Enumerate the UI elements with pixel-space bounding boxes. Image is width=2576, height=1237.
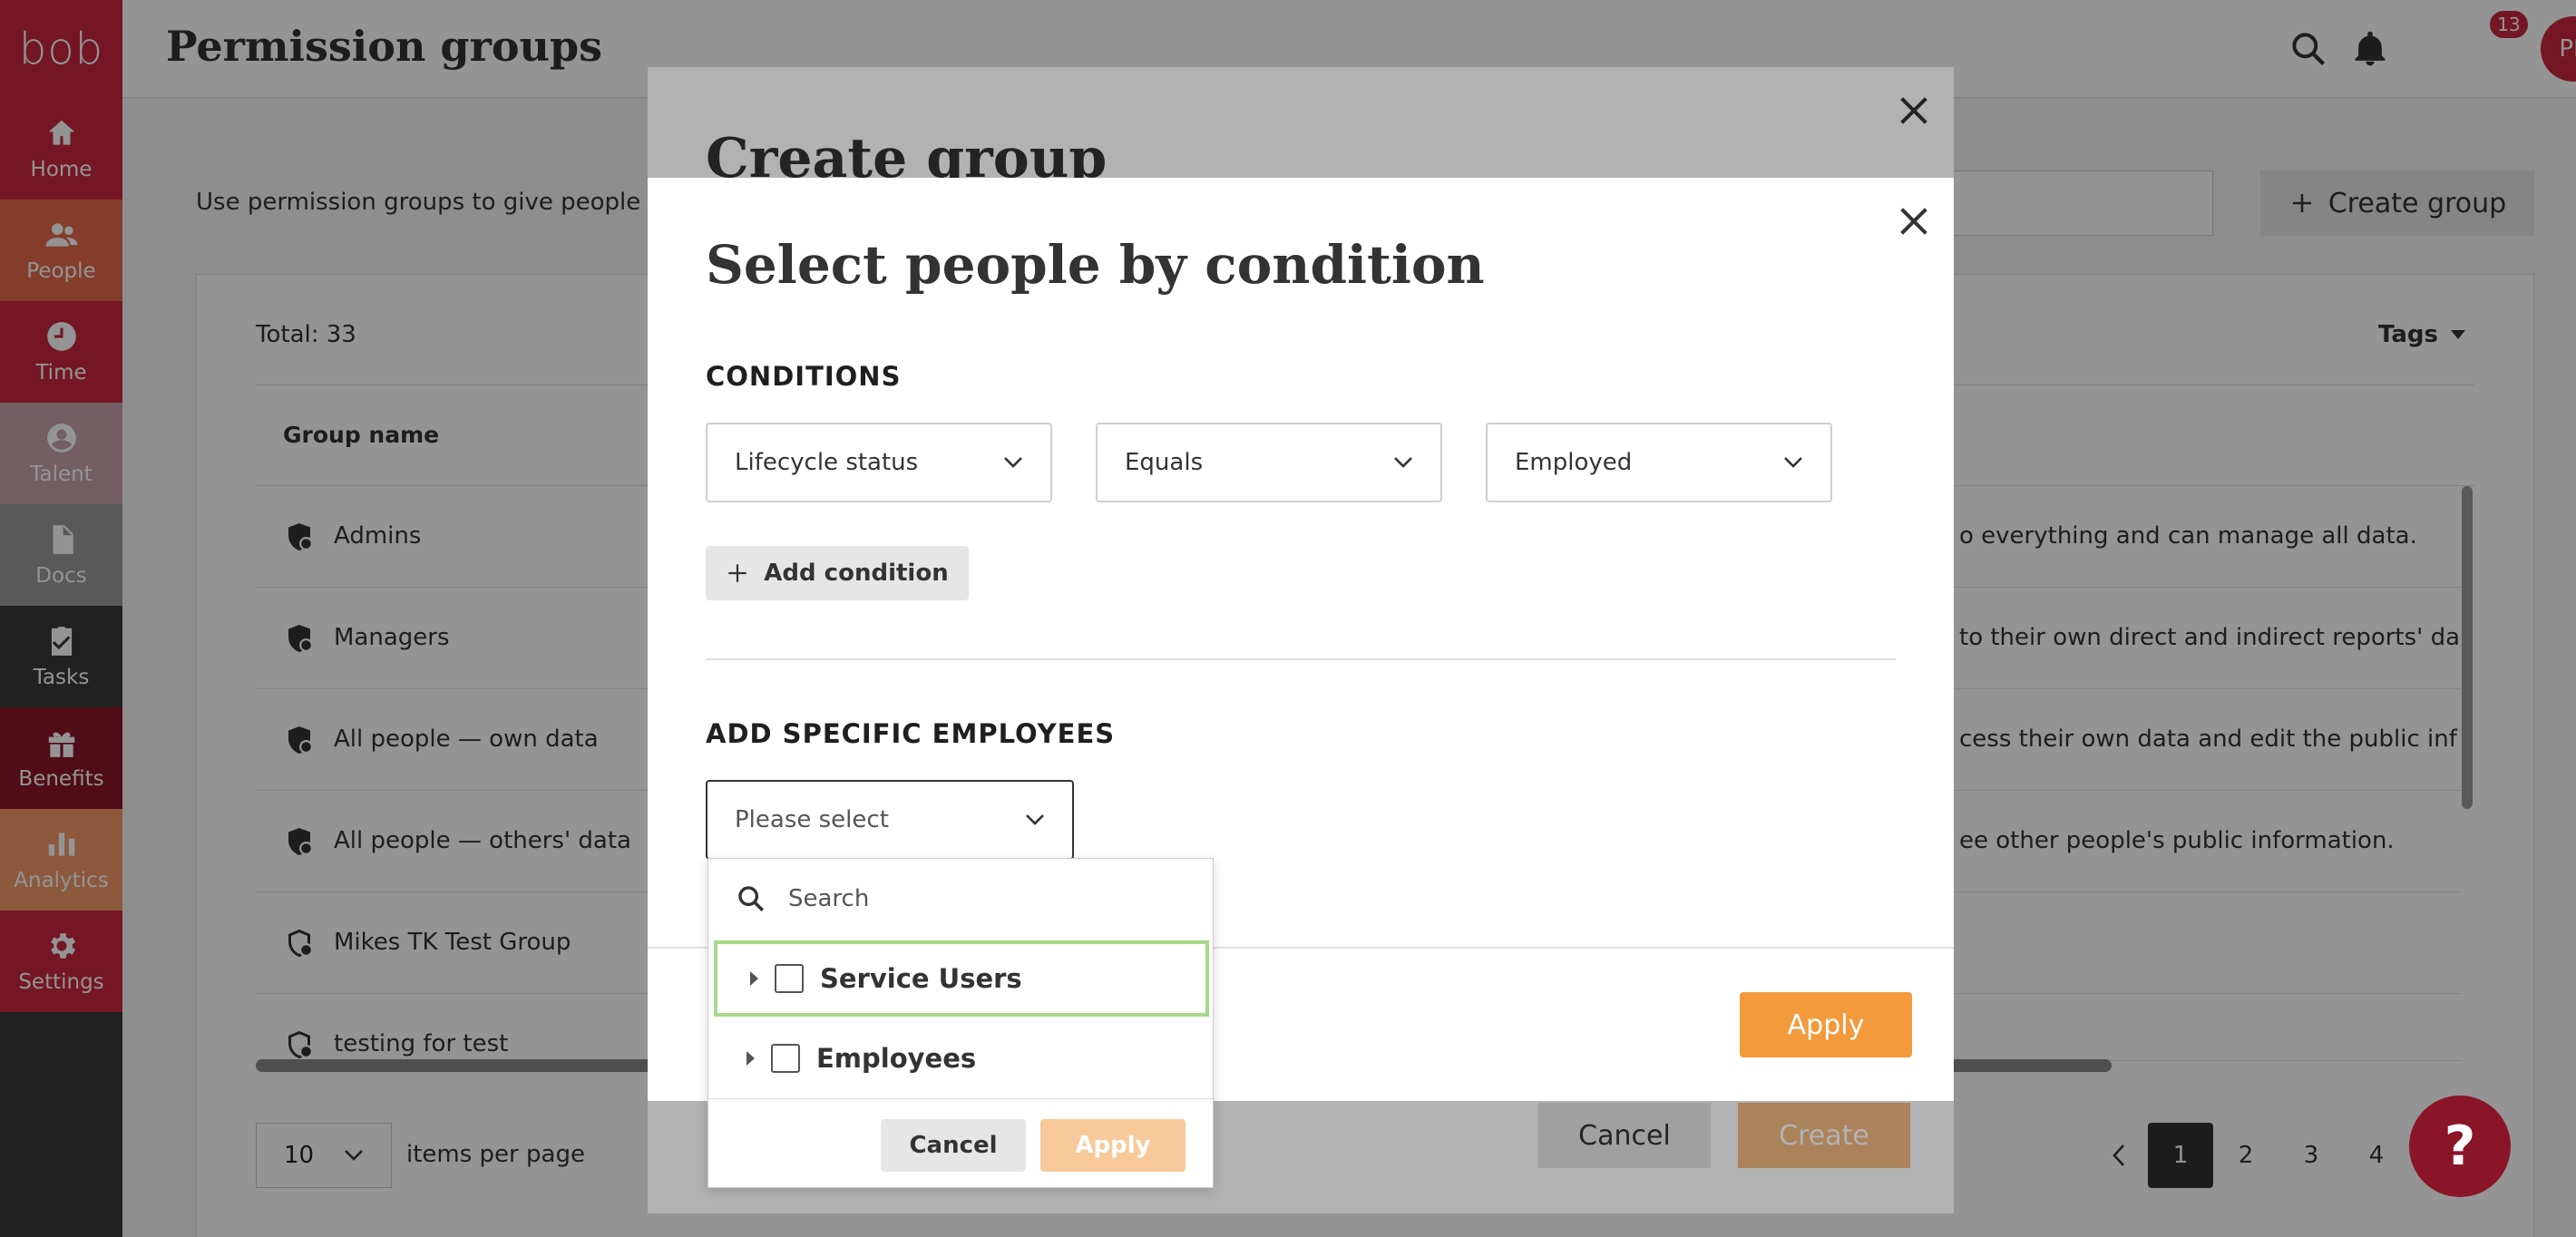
dropdown-apply-button[interactable]: Apply: [1040, 1119, 1186, 1172]
dropdown-footer: Cancel Apply: [708, 1098, 1215, 1189]
dropdown-item-label: Service Users: [820, 963, 1022, 994]
condition-value-value: Employed: [1515, 449, 1633, 476]
service-users-checkbox[interactable]: [775, 964, 804, 993]
chevron-down-icon: [1784, 457, 1802, 468]
specific-employees-placeholder: Please select: [735, 806, 889, 833]
dropdown-search-placeholder: Search: [788, 885, 870, 912]
select-people-title: Select people by condition: [706, 234, 1485, 296]
condition-field-value: Lifecycle status: [735, 449, 919, 476]
add-condition-label: Add condition: [764, 560, 949, 587]
specific-employees-select[interactable]: Please select: [706, 780, 1074, 860]
condition-value-select[interactable]: Employed: [1486, 423, 1832, 502]
dropdown-item-service-users[interactable]: Service Users: [714, 940, 1209, 1017]
condition-operator-select[interactable]: Equals: [1096, 423, 1442, 502]
dropdown-cancel-button[interactable]: Cancel: [881, 1119, 1026, 1172]
expand-caret-icon[interactable]: [746, 1051, 755, 1066]
search-icon: [738, 886, 765, 912]
dropdown-search-input[interactable]: Search: [708, 859, 1215, 939]
specific-employees-heading: ADD SPECIFIC EMPLOYEES: [706, 718, 1116, 749]
chevron-down-icon: [1026, 814, 1044, 825]
section-divider: [706, 658, 1896, 660]
help-button[interactable]: ?: [2409, 1096, 2511, 1197]
close-icon[interactable]: [1896, 203, 1932, 239]
condition-field-select[interactable]: Lifecycle status: [706, 423, 1052, 502]
chevron-down-icon: [1004, 457, 1022, 468]
employees-checkbox[interactable]: [771, 1044, 800, 1073]
chevron-down-icon: [1394, 457, 1412, 468]
expand-caret-icon[interactable]: [750, 971, 758, 986]
plus-icon: [728, 564, 747, 582]
employees-dropdown: Search Service Users Employees Cancel Ap…: [707, 858, 1215, 1189]
help-question-icon: ?: [2444, 1115, 2476, 1178]
dropdown-item-label: Employees: [816, 1043, 977, 1074]
add-condition-button[interactable]: Add condition: [706, 546, 969, 600]
apply-button[interactable]: Apply: [1740, 992, 1912, 1057]
dropdown-item-employees[interactable]: Employees: [714, 1020, 1209, 1096]
conditions-heading: CONDITIONS: [706, 361, 902, 392]
condition-operator-value: Equals: [1125, 449, 1204, 476]
